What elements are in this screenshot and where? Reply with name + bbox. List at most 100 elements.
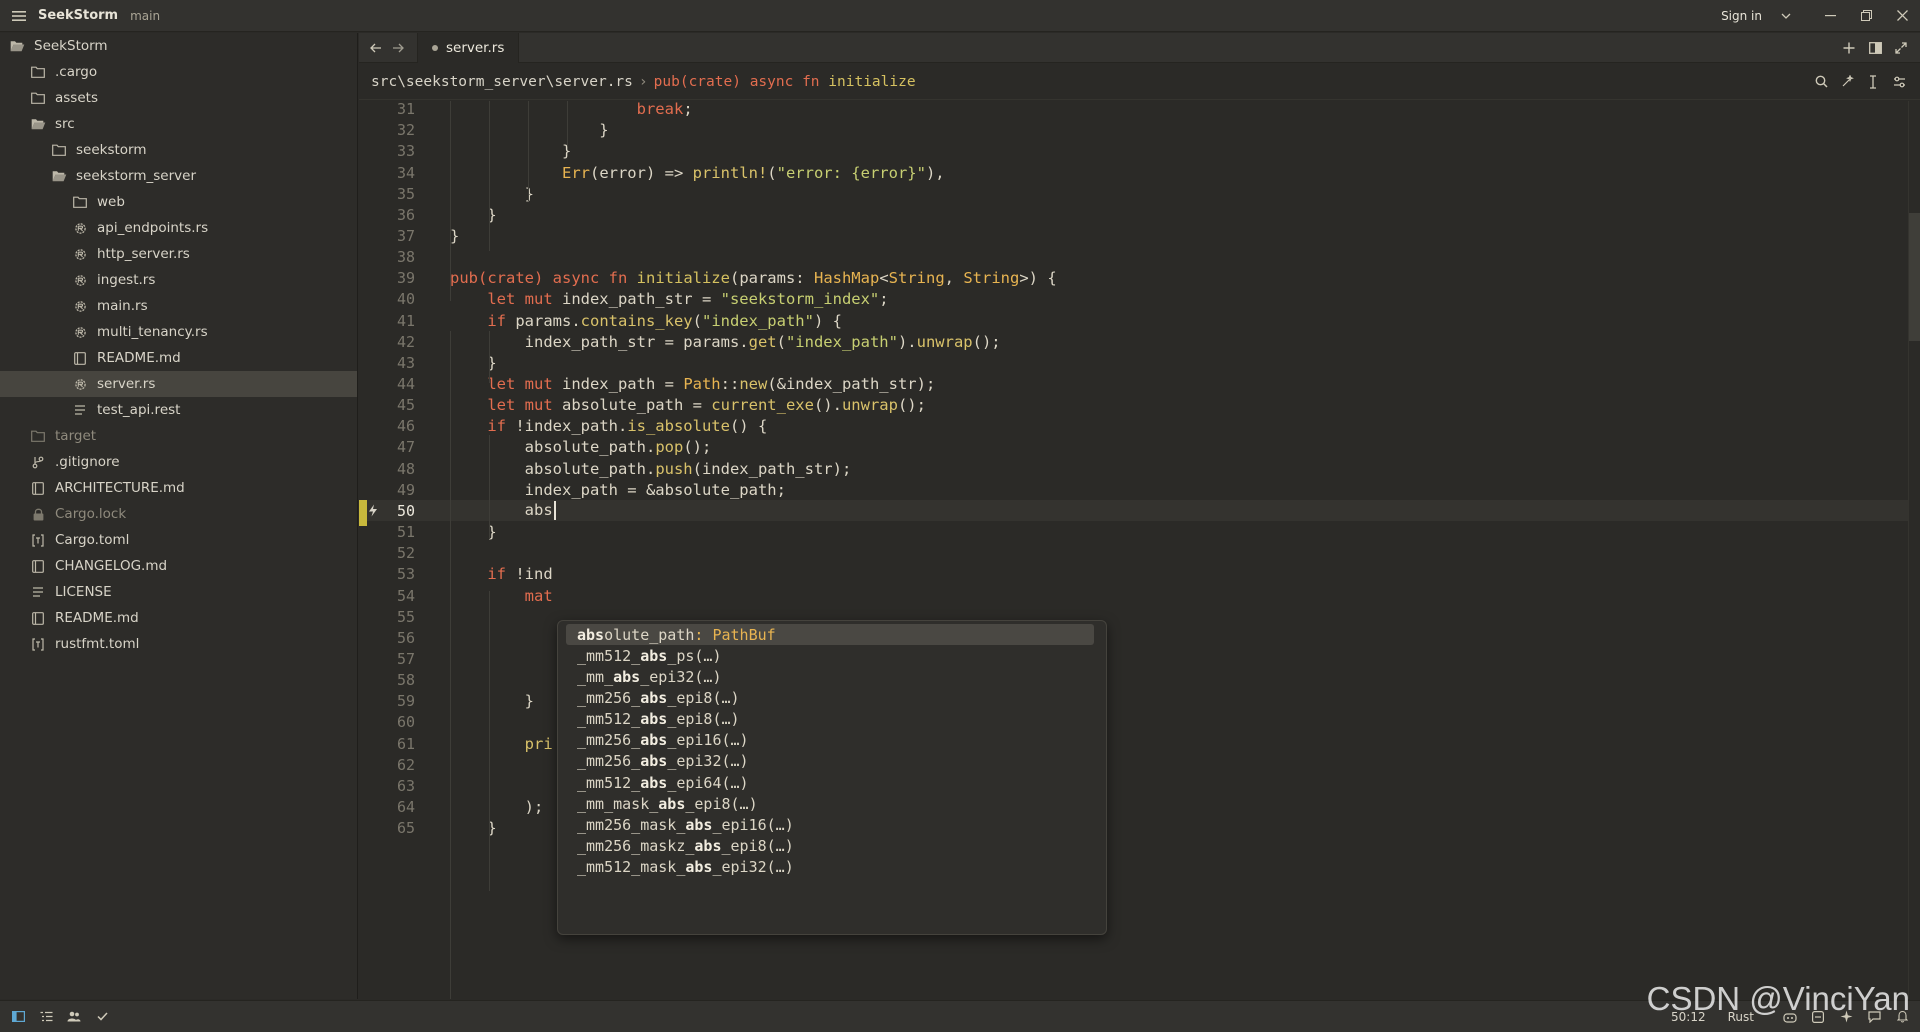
tree-item[interactable]: CHANGELOG.md xyxy=(0,553,357,579)
lightning-bolt-icon[interactable] xyxy=(368,504,378,517)
close-icon[interactable] xyxy=(1884,0,1920,32)
diagnostics-check-icon[interactable] xyxy=(88,1001,116,1032)
tree-item[interactable]: assets xyxy=(0,85,357,111)
book-icon xyxy=(71,349,89,367)
tree-item[interactable]: README.md xyxy=(0,345,357,371)
code-line[interactable]: 47 absolute_path.pop(); xyxy=(359,437,1920,458)
tree-item[interactable]: main.rs xyxy=(0,293,357,319)
tree-item[interactable]: README.md xyxy=(0,605,357,631)
file-tree: SeekStorm .cargo assets src seekstorm seeksto… xyxy=(0,33,357,657)
tree-item[interactable]: target xyxy=(0,423,357,449)
code-line[interactable]: 54 mat xyxy=(359,585,1920,606)
title-bar: SeekStorm main Sign in xyxy=(0,0,1920,32)
project-name[interactable]: SeekStorm xyxy=(38,8,118,23)
forward-arrow-icon[interactable] xyxy=(387,33,409,63)
completion-item[interactable]: _mm512_ abs _epi64(…) xyxy=(558,772,1106,793)
tree-item[interactable]: http_server.rs xyxy=(0,241,357,267)
code-line[interactable]: 48 absolute_path.push(index_path_str); xyxy=(359,458,1920,479)
code-line[interactable]: 52 xyxy=(359,543,1920,564)
completion-item[interactable]: _mm512_ abs _epi8(…) xyxy=(558,709,1106,730)
completion-item[interactable]: abs olute_path: PathBuf xyxy=(566,624,1094,646)
code-line[interactable]: 51 } xyxy=(359,522,1920,543)
sparkle-assist-icon[interactable] xyxy=(1834,67,1860,97)
completion-pre: _mm512_ xyxy=(577,710,641,729)
code-token: println! xyxy=(692,163,768,182)
hamburger-menu-icon[interactable] xyxy=(0,10,38,22)
code-line[interactable]: 42 index_path_str = params.get("index_pa… xyxy=(359,331,1920,352)
branch-name[interactable]: main xyxy=(130,9,160,23)
tree-item[interactable]: SeekStorm xyxy=(0,33,357,59)
code-line[interactable]: 31 break; xyxy=(359,101,1920,120)
code-line[interactable]: 35 } xyxy=(359,183,1920,204)
breadcrumb-path[interactable]: src\seekstorm_server\server.rs xyxy=(371,74,633,90)
completion-item[interactable]: _mm_ abs _epi32(…) xyxy=(558,666,1106,687)
code-line[interactable]: 50 abs xyxy=(359,500,1920,527)
completion-item[interactable]: _mm256_ abs _epi32(…) xyxy=(558,751,1106,772)
tree-item[interactable]: server.rs xyxy=(0,371,357,397)
completion-item[interactable]: _mm256_ abs _epi16(…) xyxy=(558,730,1106,751)
completion-item[interactable]: _mm256_mask_ abs _epi16(…) xyxy=(558,814,1106,835)
split-pane-icon[interactable] xyxy=(1862,33,1888,63)
tree-item[interactable]: multi_tenancy.rs xyxy=(0,319,357,345)
sign-in-button[interactable]: Sign in xyxy=(1721,9,1762,23)
code-line[interactable]: 53 if !ind xyxy=(359,564,1920,585)
project-panel-toggle-icon[interactable] xyxy=(4,1001,32,1032)
restore-icon[interactable] xyxy=(1848,0,1884,32)
code-line[interactable]: 36 } xyxy=(359,204,1920,225)
tree-item[interactable]: LICENSE xyxy=(0,579,357,605)
code-line[interactable]: 45 let mut absolute_path = current_exe()… xyxy=(359,395,1920,416)
tree-item[interactable]: rustfmt.toml xyxy=(0,631,357,657)
code-line[interactable]: 46 if !index_path.is_absolute() { xyxy=(359,416,1920,437)
collab-users-icon[interactable] xyxy=(60,1001,88,1032)
maximize-icon[interactable] xyxy=(1888,33,1914,63)
tab-server-rs[interactable]: server.rs xyxy=(417,32,520,63)
vertical-scrollbar[interactable] xyxy=(1908,101,1920,999)
back-arrow-icon[interactable] xyxy=(365,33,387,63)
code-line[interactable]: 33 } xyxy=(359,141,1920,162)
code-line[interactable]: 37} xyxy=(359,225,1920,246)
tree-item[interactable]: seekstorm_server xyxy=(0,163,357,189)
tree-item[interactable]: .gitignore xyxy=(0,449,357,475)
code-line[interactable]: 38 xyxy=(359,247,1920,268)
completion-item[interactable]: _mm512_mask_ abs _epi32(…) xyxy=(558,857,1106,878)
code-line[interactable]: 44 let mut index_path = Path::new(&index… xyxy=(359,373,1920,394)
completion-match: abs xyxy=(640,731,668,750)
tree-item[interactable]: ARCHITECTURE.md xyxy=(0,475,357,501)
plus-icon[interactable] xyxy=(1836,33,1862,63)
code-line[interactable]: 41 if params.contains_key("index_path") … xyxy=(359,310,1920,331)
completion-item[interactable]: _mm256_maskz_ abs _epi8(…) xyxy=(558,835,1106,856)
tree-item[interactable]: test_api.rest xyxy=(0,397,357,423)
line-number: 45 xyxy=(396,396,415,415)
tree-item[interactable]: api_endpoints.rs xyxy=(0,215,357,241)
tree-item[interactable]: src xyxy=(0,111,357,137)
scrollbar-thumb[interactable] xyxy=(1909,213,1920,341)
code-line[interactable]: 34 Err(error) => println!("error: {error… xyxy=(359,162,1920,183)
tree-item[interactable]: Cargo.lock xyxy=(0,501,357,527)
settings-sliders-icon[interactable] xyxy=(1886,67,1912,97)
tree-item[interactable]: seekstorm xyxy=(0,137,357,163)
code-line[interactable]: 40 let mut index_path_str = "seekstorm_i… xyxy=(359,289,1920,310)
indent-guide xyxy=(489,591,490,891)
completion-item[interactable]: _mm_mask_ abs _epi8(…) xyxy=(558,793,1106,814)
line-number: 57 xyxy=(396,649,415,668)
tree-item[interactable]: .cargo xyxy=(0,59,357,85)
tree-item[interactable]: ingest.rs xyxy=(0,267,357,293)
indent-guide xyxy=(450,101,451,301)
breadcrumb-symbol[interactable]: pub(crate) async fn initialize xyxy=(654,74,916,90)
text-cursor-icon[interactable] xyxy=(1860,67,1886,97)
outline-list-icon[interactable] xyxy=(32,1001,60,1032)
completion-item[interactable]: _mm512_ abs _ps(…) xyxy=(558,645,1106,666)
code-line[interactable]: 43 } xyxy=(359,352,1920,373)
tree-item[interactable]: Cargo.toml xyxy=(0,527,357,553)
code-line[interactable]: 32 } xyxy=(359,120,1920,141)
search-icon[interactable] xyxy=(1808,67,1834,97)
code-line[interactable]: 49 index_path = &absolute_path; xyxy=(359,479,1920,500)
code-token: Err xyxy=(561,163,590,182)
tree-item[interactable]: web xyxy=(0,189,357,215)
code-line[interactable]: 39 pub(crate) async fn initialize(params:… xyxy=(359,268,1920,289)
completion-item[interactable]: _mm256_ abs _epi8(…) xyxy=(558,687,1106,708)
minimize-icon[interactable] xyxy=(1812,0,1848,32)
line-number: 59 xyxy=(396,692,415,711)
chevron-down-icon[interactable] xyxy=(1774,0,1798,32)
